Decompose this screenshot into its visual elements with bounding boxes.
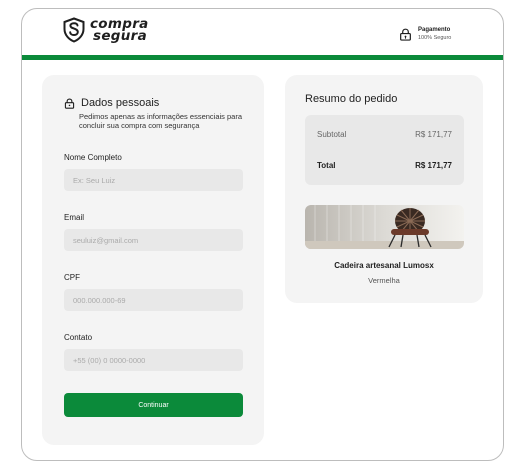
product-variant: Vermelha xyxy=(368,276,400,285)
logo-wordmark: compra segura xyxy=(90,17,149,44)
full-name-input[interactable] xyxy=(64,169,243,191)
padlock-icon xyxy=(400,28,411,41)
app-window: compra segura Pagamento 100% Seguro Dado… xyxy=(21,8,504,461)
contact-label: Contato xyxy=(64,333,93,342)
email-field[interactable] xyxy=(64,229,243,251)
name-label: Nome Completo xyxy=(64,153,122,162)
product-image xyxy=(305,205,464,249)
payment-title: Pagamento xyxy=(418,27,451,33)
padlock-icon xyxy=(64,97,75,109)
order-summary-card: Resumo do pedido Subtotal R$ 171,77 Tota… xyxy=(285,75,483,303)
cpf-label: CPF xyxy=(64,273,80,282)
total-row: Total R$ 171,77 xyxy=(317,161,452,170)
cpf-input[interactable] xyxy=(64,289,243,311)
section-title: Dados pessoais xyxy=(81,97,160,109)
subtotal-row: Subtotal R$ 171,77 xyxy=(317,130,452,139)
section-description: Pedimos apenas as informações essenciais… xyxy=(79,112,243,130)
logo[interactable]: compra segura xyxy=(62,17,149,43)
logo-line-2: segura xyxy=(93,28,148,44)
totals-box: Subtotal R$ 171,77 Total R$ 171,77 xyxy=(305,115,464,185)
product-name: Cadeira artesanal Lumosx xyxy=(334,261,434,270)
header: compra segura Pagamento 100% Seguro xyxy=(22,9,503,55)
subtotal-value: R$ 171,77 xyxy=(415,130,452,139)
total-value: R$ 171,77 xyxy=(415,161,452,170)
continue-button[interactable]: Continuar xyxy=(64,393,243,417)
payment-subtitle: 100% Seguro xyxy=(418,35,452,41)
secure-payment-badge: Pagamento 100% Seguro xyxy=(399,26,451,42)
subtotal-label: Subtotal xyxy=(317,130,347,139)
email-label: Email xyxy=(64,213,85,222)
chair-photo xyxy=(305,205,464,249)
header-accent-bar xyxy=(22,55,503,60)
contact-input[interactable] xyxy=(64,349,243,371)
shield-s-logo-icon xyxy=(63,17,85,43)
summary-title: Resumo do pedido xyxy=(305,93,398,105)
personal-data-card: Dados pessoais Pedimos apenas as informa… xyxy=(42,75,264,445)
total-label: Total xyxy=(317,161,336,170)
